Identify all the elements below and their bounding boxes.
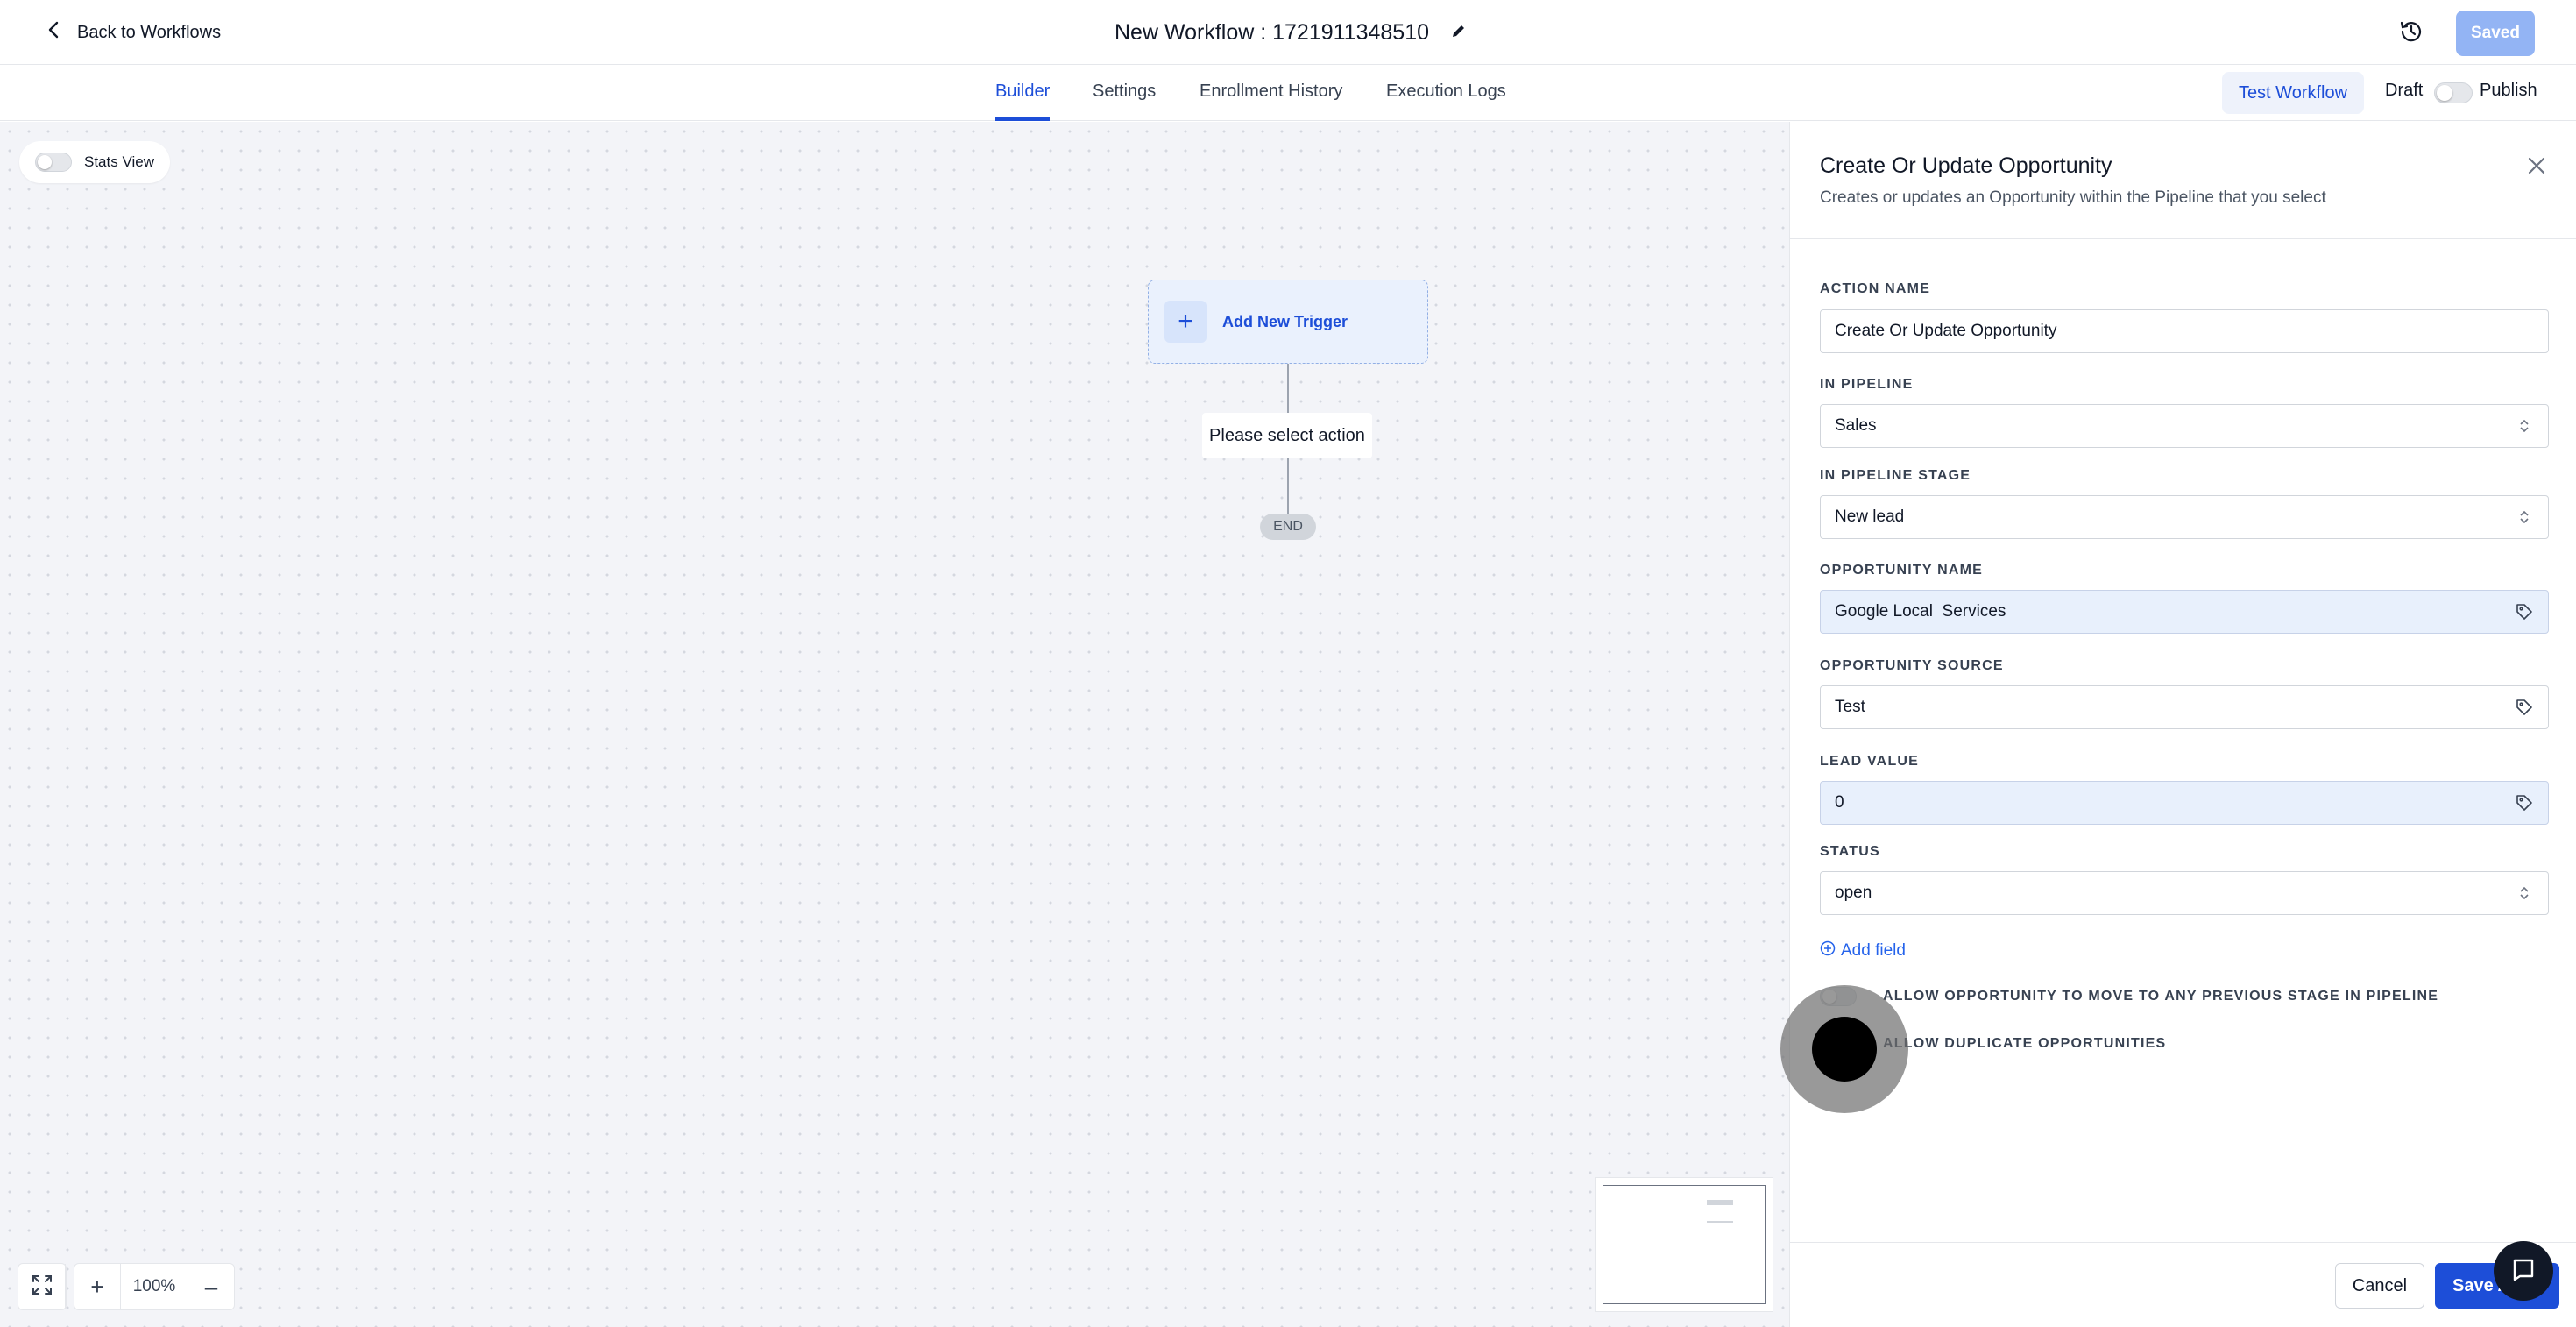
workflow-title-text: New Workflow : 1721911348510	[1115, 19, 1430, 45]
pipeline-stage-label: IN PIPELINE STAGE	[1820, 468, 1971, 483]
touch-indicator-dot	[1812, 1017, 1877, 1082]
tag-icon[interactable]	[2515, 698, 2534, 717]
pipeline-stage-select[interactable]: New lead	[1820, 495, 2549, 539]
action-name-input[interactable]: Create Or Update Opportunity	[1820, 309, 2549, 353]
minimap-viewport	[1603, 1185, 1766, 1304]
opportunity-source-label: OPPORTUNITY SOURCE	[1820, 658, 2004, 673]
opportunity-name-label: OPPORTUNITY NAME	[1820, 563, 1984, 578]
panel-title: Create Or Update Opportunity	[1820, 153, 2112, 178]
cancel-button[interactable]: Cancel	[2335, 1263, 2424, 1309]
tag-icon[interactable]	[2515, 793, 2534, 813]
pipeline-value: Sales	[1835, 416, 1877, 435]
stats-view-control: Stats View	[19, 141, 170, 183]
zoom-level: 100%	[120, 1264, 188, 1309]
top-bar: Back to Workflows New Workflow : 1721911…	[0, 0, 2576, 65]
chat-icon	[2509, 1255, 2537, 1288]
end-node: END	[1260, 514, 1316, 540]
opportunity-name-value: Google Local Services	[1835, 602, 2006, 621]
plus-icon: +	[1164, 301, 1207, 343]
pencil-icon[interactable]	[1450, 20, 1468, 46]
pipeline-stage-value: New lead	[1835, 507, 1905, 526]
tabs-row: Builder Settings Enrollment History Exec…	[0, 65, 2576, 121]
select-action-node[interactable]: Please select action	[1202, 413, 1372, 458]
stats-view-toggle[interactable]	[35, 153, 72, 172]
add-field-label: Add field	[1841, 941, 1906, 960]
chevron-left-icon	[44, 19, 65, 46]
allow-move-option: ALLOW OPPORTUNITY TO MOVE TO ANY PREVIOU…	[1820, 983, 2438, 1010]
connector-line	[1287, 364, 1289, 413]
allow-duplicate-label: ALLOW DUPLICATE OPPORTUNITIES	[1883, 1036, 2167, 1051]
trigger-label: Add New Trigger	[1222, 312, 1348, 330]
minimap[interactable]	[1595, 1177, 1773, 1312]
opportunity-source-value: Test	[1835, 698, 1865, 716]
opportunity-name-input[interactable]: Google Local Services	[1820, 590, 2549, 634]
tab-enrollment-history[interactable]: Enrollment History	[1200, 65, 1342, 121]
fit-view-button[interactable]	[18, 1264, 66, 1309]
tag-icon[interactable]	[2515, 602, 2534, 621]
opportunity-source-input[interactable]: Test	[1820, 685, 2549, 729]
panel-description: Creates or updates an Opportunity within…	[1820, 188, 2326, 207]
workflow-title: New Workflow : 1721911348510	[1115, 16, 1468, 49]
lead-value-value: 0	[1835, 793, 1844, 812]
select-arrows-icon	[2515, 883, 2534, 903]
publish-toggle[interactable]	[2434, 82, 2473, 103]
lead-value-input[interactable]: 0	[1820, 781, 2549, 825]
fit-view-control	[18, 1263, 67, 1310]
pipeline-select[interactable]: Sales	[1820, 404, 2549, 448]
select-arrows-icon	[2515, 416, 2534, 436]
pipeline-label: IN PIPELINE	[1820, 377, 1914, 392]
history-icon[interactable]	[2397, 18, 2425, 46]
panel-footer: Cancel Save A	[1790, 1242, 2576, 1327]
chat-widget-button[interactable]	[2494, 1241, 2553, 1301]
zoom-controls: + 100% –	[74, 1263, 235, 1310]
add-new-trigger-node[interactable]: + Add New Trigger	[1148, 280, 1428, 364]
stats-view-label: Stats View	[84, 153, 155, 170]
tab-execution-logs[interactable]: Execution Logs	[1386, 65, 1506, 121]
draft-label: Draft	[2385, 81, 2424, 100]
status-value: open	[1835, 883, 1872, 902]
back-to-workflows-link[interactable]: Back to Workflows	[44, 19, 221, 46]
publish-label: Publish	[2480, 81, 2537, 100]
action-name-label: ACTION NAME	[1820, 281, 1931, 296]
allow-move-label: ALLOW OPPORTUNITY TO MOVE TO ANY PREVIOU…	[1883, 989, 2439, 1004]
lead-value-label: LEAD VALUE	[1820, 754, 1920, 769]
status-select[interactable]: open	[1820, 871, 2549, 915]
zoom-in-button[interactable]: +	[74, 1264, 120, 1309]
action-name-value: Create Or Update Opportunity	[1835, 322, 2057, 340]
test-workflow-button[interactable]: Test Workflow	[2222, 72, 2364, 114]
workflow-canvas[interactable]: Stats View + Add New Trigger Please sele…	[0, 122, 1789, 1327]
back-label: Back to Workflows	[77, 22, 222, 42]
plus-circle-icon	[1820, 940, 1836, 962]
expand-icon	[31, 1274, 53, 1301]
add-field-link[interactable]: Add field	[1820, 940, 1906, 962]
tab-settings[interactable]: Settings	[1093, 65, 1156, 121]
action-config-panel: Create Or Update Opportunity Creates or …	[1789, 122, 2576, 1327]
close-icon[interactable]	[2524, 153, 2549, 178]
select-arrows-icon	[2515, 507, 2534, 527]
connector-line	[1287, 458, 1289, 514]
tab-builder[interactable]: Builder	[995, 65, 1051, 121]
zoom-out-button[interactable]: –	[188, 1264, 234, 1309]
panel-header: Create Or Update Opportunity Creates or …	[1790, 122, 2576, 239]
saved-button[interactable]: Saved	[2456, 11, 2535, 56]
status-label: STATUS	[1820, 844, 1880, 859]
